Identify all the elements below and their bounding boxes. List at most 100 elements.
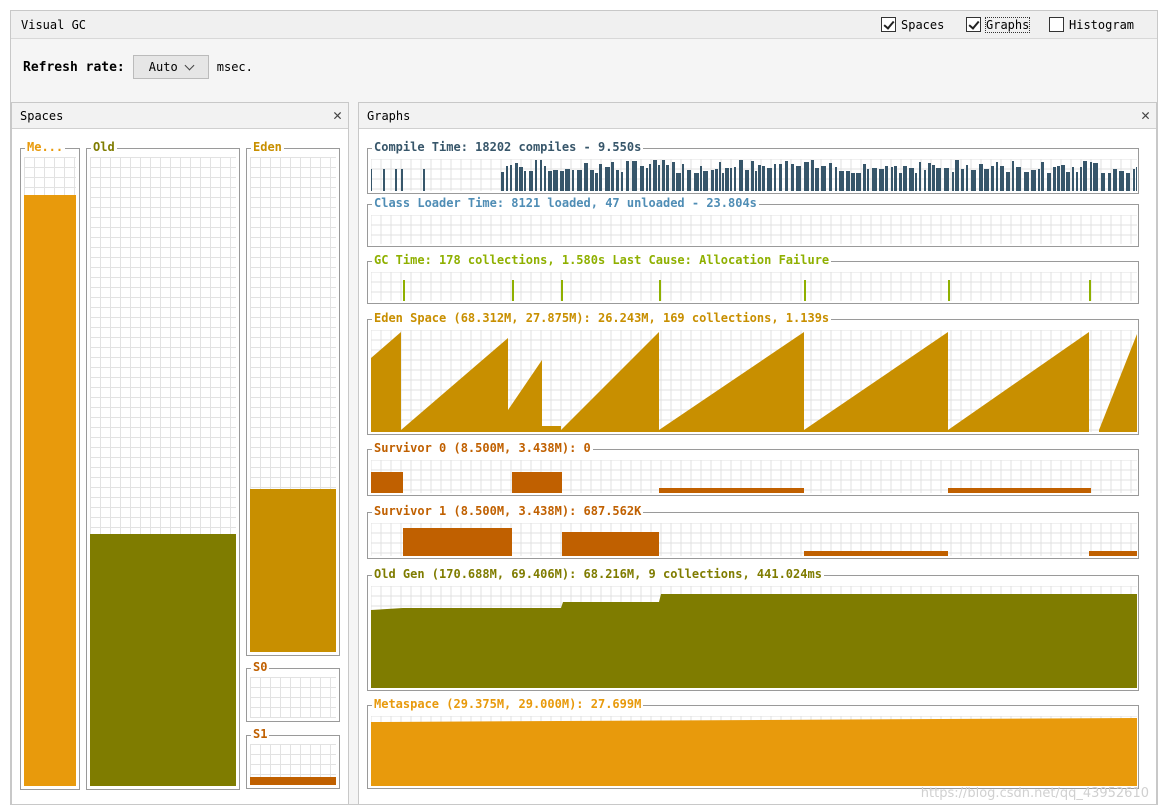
- compile-bar: [711, 170, 714, 191]
- compile-bar: [1024, 172, 1029, 191]
- histogram-checkbox[interactable]: Histogram: [1049, 17, 1134, 32]
- gc-spike: [948, 280, 950, 301]
- s1-usage-block: [1089, 551, 1137, 556]
- compile-bar: [971, 170, 976, 191]
- metaspace-usage-area: [371, 718, 1137, 786]
- s0-usage-block: [512, 472, 562, 493]
- gc-spike: [1089, 280, 1091, 301]
- gc-spike: [561, 280, 563, 301]
- old-used-fill: [90, 534, 236, 786]
- refresh-rate-value: Auto: [148, 60, 178, 74]
- compile-bar: [899, 173, 902, 191]
- compile-bar: [1108, 173, 1111, 191]
- class-loader-graph: Class Loader Time: 8121 loaded, 47 unloa…: [367, 196, 1139, 247]
- compile-bar: [919, 162, 921, 191]
- compile-bar: [725, 168, 729, 191]
- graph-label: Compile Time: 18202 compiles - 9.550s: [372, 140, 644, 154]
- compile-bar: [646, 168, 648, 191]
- gc-spike: [659, 280, 661, 301]
- compile-bar: [529, 171, 533, 191]
- survivor-0-plot: [371, 460, 1137, 493]
- compile-bar: [519, 167, 523, 191]
- compile-bar: [1076, 172, 1078, 191]
- compile-bar: [785, 161, 788, 191]
- graph-label: Survivor 1 (8.500M, 3.438M): 687.562K: [372, 504, 644, 518]
- compile-bar: [755, 171, 757, 191]
- survivor-1-graph: Survivor 1 (8.500M, 3.438M): 687.562K: [367, 504, 1139, 559]
- refresh-rate-select[interactable]: Auto: [132, 55, 209, 79]
- compile-bar: [1126, 173, 1130, 191]
- compile-bar: [984, 169, 989, 191]
- compile-bar: [829, 163, 832, 191]
- eden-usage-area: [542, 426, 561, 432]
- compile-bar: [821, 166, 826, 191]
- compile-bar: [885, 166, 888, 191]
- spaces-panel-header: Spaces ✕: [12, 103, 348, 129]
- graph-label: Eden Space (68.312M, 27.875M): 26.243M, …: [372, 311, 832, 325]
- s1-space-graph: [250, 744, 336, 785]
- compile-bar: [791, 164, 794, 191]
- spaces-panel-title: Spaces: [20, 109, 64, 123]
- compile-bar: [758, 165, 761, 191]
- compile-bar: [991, 166, 994, 191]
- spaces-panel: Spaces ✕ Me... Old Eden S0 S1: [11, 102, 349, 805]
- s1-space: S1: [246, 727, 340, 789]
- compile-bar: [932, 165, 935, 191]
- close-icon[interactable]: ✕: [1141, 106, 1150, 124]
- compile-bar: [928, 163, 931, 191]
- compile-bar: [501, 172, 504, 191]
- compile-bar: [676, 173, 681, 191]
- compile-bar: [924, 170, 926, 191]
- compile-bar: [846, 171, 850, 191]
- eden-space-graph: Eden Space (68.312M, 27.875M): 26.243M, …: [367, 311, 1139, 435]
- compile-bar: [658, 165, 660, 191]
- compile-bar: [703, 171, 708, 191]
- visual-gc-window: Visual GC Spaces Graphs Histogram Refres…: [10, 10, 1158, 805]
- compile-bar: [1113, 169, 1117, 191]
- compile-bar: [700, 166, 702, 191]
- compile-bar: [1057, 166, 1060, 191]
- compile-bar: [694, 173, 699, 191]
- compile-bar: [811, 160, 814, 191]
- spaces-checkbox[interactable]: Spaces: [881, 17, 944, 32]
- graph-label: Metaspace (29.375M, 29.000M): 27.699M: [372, 697, 644, 711]
- refresh-rate-row: Refresh rate: Auto msec.: [23, 55, 253, 79]
- s1-used-fill: [250, 776, 336, 785]
- metaspace-space: Me...: [20, 140, 80, 790]
- compile-bar: [572, 170, 574, 191]
- metaspace-plot: [371, 716, 1137, 786]
- compile-bar: [1093, 163, 1098, 191]
- s0-usage-block: [948, 488, 1091, 493]
- eden-usage-area: [508, 360, 542, 432]
- old-gen-plot: [371, 586, 1137, 688]
- graph-label: Class Loader Time: 8121 loaded, 47 unloa…: [372, 196, 759, 210]
- graphs-panel: Graphs ✕ Compile Time: 18202 compiles - …: [358, 102, 1157, 805]
- compile-bar: [611, 162, 614, 191]
- eden-space: Eden: [246, 140, 340, 656]
- compile-bar: [535, 160, 537, 191]
- compile-bar: [996, 162, 998, 191]
- checkbox-checked-icon: [966, 17, 981, 32]
- refresh-rate-label: Refresh rate:: [23, 59, 125, 75]
- compile-bar: [863, 164, 866, 191]
- compile-bar: [1133, 169, 1135, 191]
- histogram-checkbox-label: Histogram: [1069, 17, 1135, 32]
- compile-bar: [961, 169, 964, 191]
- graphs-panel-header: Graphs ✕: [359, 103, 1156, 129]
- compile-bar: [719, 162, 721, 191]
- compile-bar: [605, 167, 610, 191]
- eden-usage-area: [948, 332, 1089, 432]
- space-label: S1: [251, 727, 270, 741]
- compile-bar: [553, 170, 558, 191]
- s1-usage-block: [562, 532, 659, 556]
- chevron-down-icon: [184, 60, 195, 70]
- compile-bar: [687, 170, 691, 191]
- compile-bar: [1031, 170, 1036, 191]
- gc-spike: [512, 280, 514, 301]
- compile-bar: [599, 164, 602, 191]
- close-icon[interactable]: ✕: [333, 106, 342, 124]
- s0-usage-block: [659, 488, 804, 493]
- graph-label: Survivor 0 (8.500M, 3.438M): 0: [372, 441, 593, 455]
- eden-space-graph: [250, 157, 336, 652]
- graphs-checkbox[interactable]: Graphs: [966, 16, 1031, 33]
